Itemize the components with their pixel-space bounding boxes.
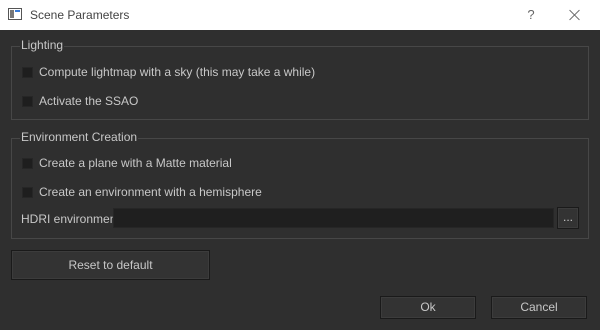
browse-button[interactable]: ...	[557, 207, 579, 229]
hemisphere-checkbox[interactable]	[22, 186, 33, 198]
hemisphere-option[interactable]: Create an environment with a hemisphere	[22, 184, 262, 200]
compute-lightmap-checkbox[interactable]	[22, 66, 33, 78]
activate-ssao-option[interactable]: Activate the SSAO	[22, 93, 138, 109]
activate-ssao-label: Activate the SSAO	[39, 94, 139, 108]
window-title: Scene Parameters	[30, 8, 130, 22]
matte-plane-label: Create a plane with a Matte material	[39, 156, 232, 170]
hdri-label: HDRI environment	[21, 212, 120, 226]
compute-lightmap-option[interactable]: Compute lightmap with a sky (this may ta…	[22, 64, 315, 80]
reset-to-default-button[interactable]: Reset to default	[11, 250, 210, 280]
lighting-group: Lighting Compute lightmap with a sky (th…	[11, 38, 589, 120]
compute-lightmap-label: Compute lightmap with a sky (this may ta…	[39, 65, 316, 79]
hemisphere-label: Create an environment with a hemisphere	[39, 185, 262, 199]
cancel-button[interactable]: Cancel	[491, 296, 587, 319]
hdri-path-input[interactable]	[113, 208, 554, 228]
ok-button[interactable]: Ok	[380, 296, 476, 319]
environment-group-title: Environment Creation	[20, 130, 139, 144]
activate-ssao-checkbox[interactable]	[22, 95, 33, 107]
environment-group: Environment Creation Create a plane with…	[11, 130, 589, 239]
close-icon[interactable]	[564, 4, 586, 26]
window-icon	[8, 8, 22, 20]
matte-plane-option[interactable]: Create a plane with a Matte material	[22, 155, 232, 171]
help-button[interactable]: ?	[520, 4, 542, 26]
lighting-group-title: Lighting	[20, 38, 65, 52]
title-bar: Scene Parameters ?	[0, 0, 600, 30]
matte-plane-checkbox[interactable]	[22, 157, 33, 169]
